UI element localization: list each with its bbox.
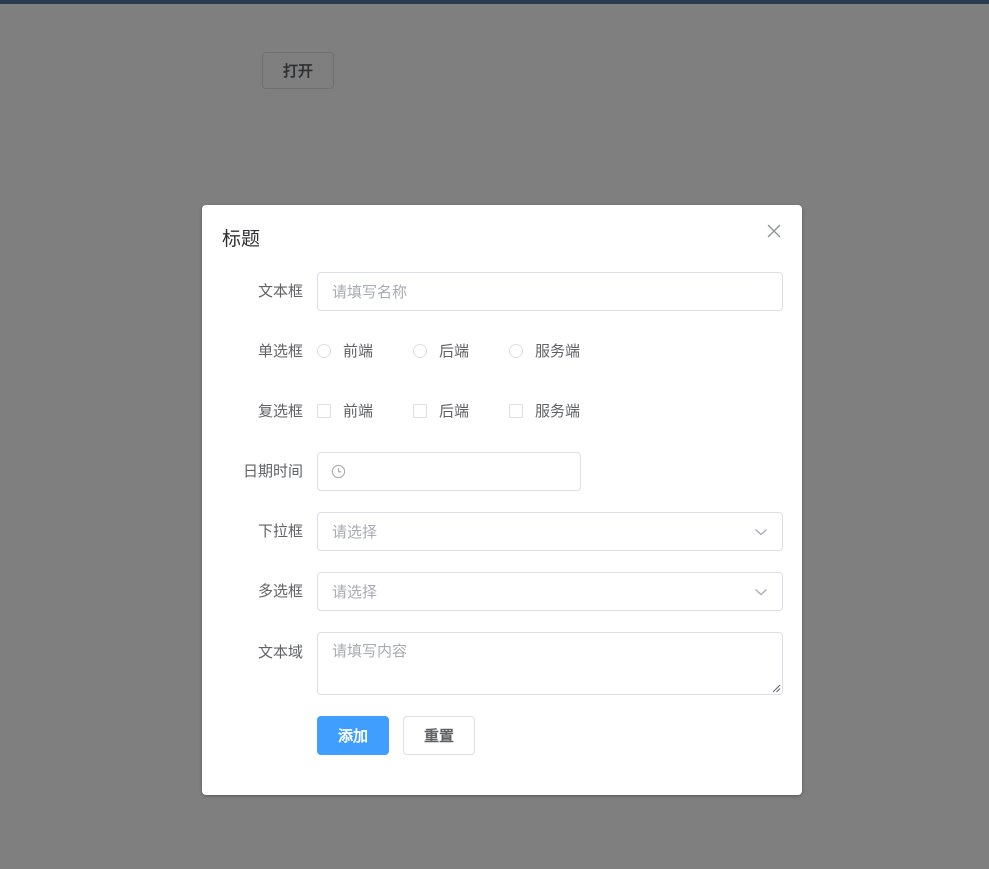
dialog: 标题 文本框 请填写名称 单选框 前端 后端 服务端 复选框 前端 后端 服务端…	[202, 205, 802, 795]
checkbox-option-label: 服务端	[535, 402, 581, 420]
checkbox-option-backend[interactable]: 后端	[413, 401, 469, 421]
multi-select-placeholder: 请选择	[332, 583, 378, 601]
checkbox-square[interactable]	[317, 404, 331, 418]
radio-option-label: 前端	[343, 342, 374, 360]
add-button[interactable]: 添加	[317, 716, 389, 755]
radio-circle[interactable]	[317, 344, 331, 358]
checkbox-option-label: 前端	[343, 402, 374, 420]
checkbox-square[interactable]	[413, 404, 427, 418]
textarea-placeholder: 请填写内容	[332, 642, 408, 660]
checkbox-option-label: 后端	[439, 402, 470, 420]
select-dropdown[interactable]: 请选择	[317, 512, 783, 551]
reset-button[interactable]: 重置	[403, 716, 475, 755]
name-input[interactable]: 请填写名称	[317, 272, 783, 311]
datetime-picker[interactable]	[317, 452, 581, 491]
radio-option-label: 后端	[439, 342, 470, 360]
text-input-label: 文本框	[257, 282, 303, 300]
datetime-label: 日期时间	[242, 462, 303, 480]
clock-icon	[331, 464, 346, 479]
radio-option-server[interactable]: 服务端	[509, 341, 580, 361]
radio-circle[interactable]	[509, 344, 523, 358]
name-input-placeholder: 请填写名称	[332, 283, 408, 301]
checkbox-option-server[interactable]: 服务端	[509, 401, 580, 421]
radio-group-label: 单选框	[257, 342, 303, 360]
radio-circle[interactable]	[413, 344, 427, 358]
radio-option-label: 服务端	[535, 342, 581, 360]
textarea-label: 文本域	[257, 643, 303, 661]
chevron-down-icon	[755, 589, 767, 596]
chevron-down-icon	[755, 529, 767, 536]
select-label: 下拉框	[257, 522, 303, 540]
content-textarea[interactable]: 请填写内容	[317, 632, 783, 695]
multi-select-dropdown[interactable]: 请选择	[317, 572, 783, 611]
resize-handle-icon[interactable]	[771, 683, 781, 693]
radio-option-backend[interactable]: 后端	[413, 341, 469, 361]
multi-select-label: 多选框	[257, 582, 303, 600]
close-icon[interactable]	[766, 223, 782, 239]
checkbox-option-frontend[interactable]: 前端	[317, 401, 373, 421]
checkbox-square[interactable]	[509, 404, 523, 418]
select-placeholder: 请选择	[332, 523, 378, 541]
radio-option-frontend[interactable]: 前端	[317, 341, 373, 361]
dialog-title: 标题	[222, 228, 261, 250]
checkbox-group-label: 复选框	[257, 402, 303, 420]
